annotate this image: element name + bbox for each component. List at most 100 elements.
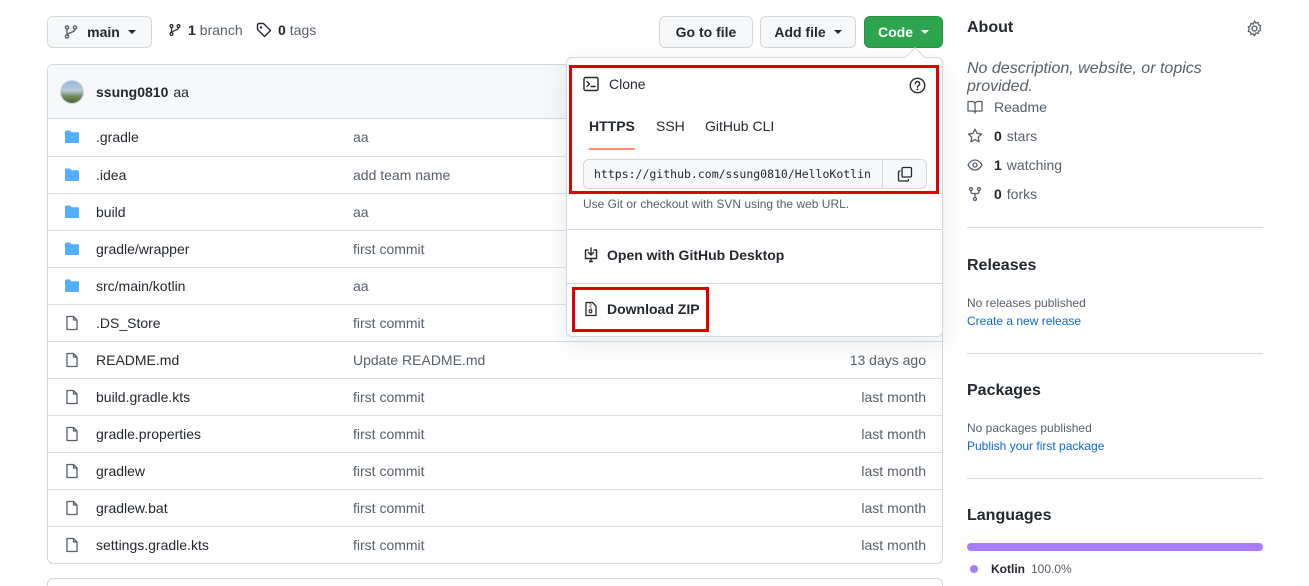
go-to-file-label: Go to file bbox=[675, 24, 737, 40]
table-row: build.gradle.kts first commit last month bbox=[48, 378, 942, 415]
commit-message-link[interactable]: first commit bbox=[353, 537, 425, 553]
book-icon bbox=[967, 99, 983, 115]
tag-icon bbox=[256, 22, 272, 38]
code-label: Code bbox=[878, 24, 913, 40]
file-name-link[interactable]: gradlew bbox=[96, 463, 145, 479]
open-desktop-label: Open with GitHub Desktop bbox=[607, 247, 785, 263]
commit-time: 13 days ago bbox=[849, 352, 926, 368]
open-with-github-desktop[interactable]: Open with GitHub Desktop bbox=[583, 247, 784, 263]
branches-link[interactable]: 1 branch bbox=[168, 22, 243, 38]
forks-count: 0 bbox=[994, 186, 1002, 202]
table-row: gradle.properties first commit last month bbox=[48, 415, 942, 452]
branch-select-button[interactable]: main bbox=[47, 16, 152, 48]
watching-link[interactable]: 1 watching bbox=[967, 157, 1062, 173]
table-row: gradlew.bat first commit last month bbox=[48, 489, 942, 526]
packages-heading[interactable]: Packages bbox=[967, 382, 1041, 400]
file-icon bbox=[64, 537, 80, 556]
folder-icon bbox=[64, 167, 80, 186]
sidebar-divider bbox=[967, 227, 1263, 228]
commit-message-link[interactable]: first commit bbox=[353, 426, 425, 442]
file-icon bbox=[64, 426, 80, 445]
file-icon bbox=[64, 389, 80, 408]
file-name-link[interactable]: src/main/kotlin bbox=[96, 278, 185, 294]
fork-icon bbox=[967, 186, 983, 202]
language-item-kotlin[interactable]: Kotlin 100.0% bbox=[970, 562, 1072, 576]
commit-message-link[interactable]: add team name bbox=[353, 167, 450, 183]
git-branch-icon bbox=[168, 22, 182, 38]
releases-empty: No releases published bbox=[967, 296, 1086, 310]
commit-message-link[interactable]: first commit bbox=[353, 389, 425, 405]
file-icon bbox=[64, 315, 80, 334]
file-name-link[interactable]: build bbox=[96, 204, 126, 220]
commit-time: last month bbox=[861, 389, 926, 405]
language-bar bbox=[967, 543, 1263, 551]
commit-message-link[interactable]: aa bbox=[353, 204, 369, 220]
chevron-down-icon bbox=[921, 30, 929, 34]
file-name-link[interactable]: gradle.properties bbox=[96, 426, 201, 442]
table-row: settings.gradle.kts first commit last mont… bbox=[48, 526, 942, 563]
sidebar-divider bbox=[967, 353, 1263, 354]
stars-link[interactable]: 0 stars bbox=[967, 128, 1037, 144]
clone-highlight-box bbox=[569, 65, 939, 194]
language-color-dot bbox=[970, 565, 978, 573]
branch-name: main bbox=[87, 24, 120, 40]
commit-time: last month bbox=[861, 463, 926, 479]
publish-package-link[interactable]: Publish your first package bbox=[967, 439, 1104, 453]
commit-author[interactable]: ssung0810 bbox=[96, 84, 168, 100]
commit-message-link[interactable]: first commit bbox=[353, 241, 425, 257]
packages-empty: No packages published bbox=[967, 421, 1092, 435]
language-name: Kotlin bbox=[991, 562, 1025, 576]
eye-icon bbox=[967, 157, 983, 173]
readme-label: Readme bbox=[994, 99, 1047, 115]
about-description: No description, website, or topics provi… bbox=[967, 60, 1202, 95]
avatar[interactable] bbox=[60, 79, 84, 104]
forks-word: forks bbox=[1006, 186, 1038, 202]
table-row: gradlew first commit last month bbox=[48, 452, 942, 489]
folder-icon bbox=[64, 241, 80, 260]
file-name-link[interactable]: .DS_Store bbox=[96, 315, 161, 331]
folder-icon bbox=[64, 204, 80, 223]
file-name-link[interactable]: .idea bbox=[96, 167, 126, 183]
chevron-down-icon bbox=[127, 30, 136, 34]
file-name-link[interactable]: settings.gradle.kts bbox=[96, 537, 209, 553]
file-name-link[interactable]: README.md bbox=[96, 352, 179, 368]
clone-note: Use Git or checkout with SVN using the w… bbox=[583, 197, 850, 211]
commit-message-link[interactable]: Update README.md bbox=[353, 352, 485, 368]
code-button[interactable]: Code bbox=[864, 16, 943, 48]
gear-icon[interactable] bbox=[1246, 20, 1263, 40]
file-name-link[interactable]: .gradle bbox=[96, 129, 139, 145]
dropdown-arrow bbox=[905, 47, 925, 67]
commit-message-link[interactable]: first commit bbox=[353, 500, 425, 516]
readme-box bbox=[47, 578, 943, 586]
readme-link[interactable]: Readme bbox=[967, 99, 1047, 115]
table-row: README.md Update README.md 13 days ago bbox=[48, 341, 942, 378]
file-name-link[interactable]: build.gradle.kts bbox=[96, 389, 190, 405]
star-icon bbox=[967, 128, 983, 144]
branch-count: 1 bbox=[188, 22, 196, 38]
desktop-download-icon bbox=[583, 247, 599, 263]
create-release-link[interactable]: Create a new release bbox=[967, 314, 1081, 328]
commit-message-link[interactable]: first commit bbox=[353, 463, 425, 479]
file-icon bbox=[64, 463, 80, 482]
commit-message[interactable]: aa bbox=[173, 84, 189, 100]
stars-count: 0 bbox=[994, 128, 1002, 144]
language-percent: 100.0% bbox=[1031, 562, 1072, 576]
add-file-button[interactable]: Add file bbox=[760, 16, 856, 48]
watching-word: watching bbox=[1006, 157, 1063, 173]
tags-link[interactable]: 0 tags bbox=[256, 22, 316, 38]
chevron-down-icon bbox=[833, 30, 842, 34]
file-name-link[interactable]: gradle/wrapper bbox=[96, 241, 189, 257]
file-icon bbox=[64, 500, 80, 519]
branch-word: branch bbox=[199, 22, 243, 38]
releases-heading[interactable]: Releases bbox=[967, 257, 1036, 275]
commit-message-link[interactable]: aa bbox=[353, 129, 369, 145]
file-name-link[interactable]: gradlew.bat bbox=[96, 500, 168, 516]
commit-message-link[interactable]: aa bbox=[353, 278, 369, 294]
forks-link[interactable]: 0 forks bbox=[967, 186, 1037, 202]
about-heading: About bbox=[967, 19, 1014, 36]
commit-message-link[interactable]: first commit bbox=[353, 315, 425, 331]
menu-divider bbox=[567, 229, 942, 230]
folder-icon bbox=[64, 129, 80, 148]
folder-icon bbox=[64, 278, 80, 297]
go-to-file-button[interactable]: Go to file bbox=[659, 16, 753, 48]
